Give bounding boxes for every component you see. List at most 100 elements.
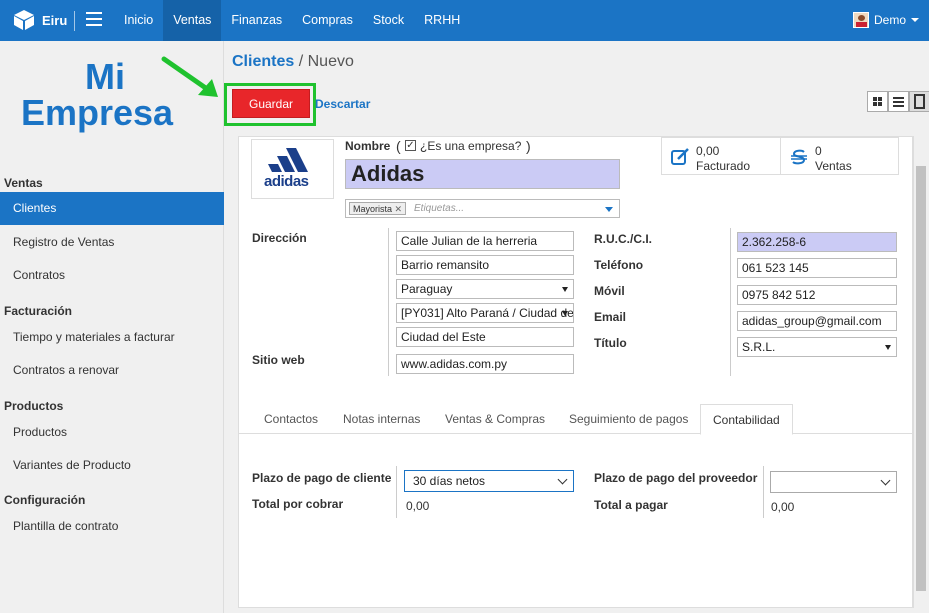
payable-label: Total a pagar [594, 498, 668, 512]
nav-finanzas[interactable]: Finanzas [221, 0, 292, 41]
website-label: Sitio web [252, 353, 305, 367]
sidebar-item-contratos-renovar[interactable]: Contratos a renovar [0, 354, 224, 387]
brand-name: Eiru [42, 12, 68, 28]
supplier-term-label: Plazo de pago del proveedor [594, 471, 758, 485]
nav-rrhh[interactable]: RRHH [414, 0, 470, 41]
partner-logo-text: adidas [264, 173, 309, 190]
main-nav: Inicio Ventas Finanzas Compras Stock RRH… [114, 0, 470, 41]
breadcrumb: Clientes / Nuevo [232, 53, 354, 71]
sidebar-item-contratos[interactable]: Contratos [0, 259, 224, 292]
website-input[interactable]: www.adidas.com.py [396, 354, 574, 374]
nav-inicio[interactable]: Inicio [114, 0, 163, 41]
list-view-icon[interactable] [888, 91, 909, 112]
partner-image[interactable]: adidas [251, 139, 334, 199]
menu-toggle-icon[interactable] [86, 12, 102, 28]
accounting-right-divider [763, 466, 764, 518]
ruc-input[interactable]: 2.362.258-6 [737, 232, 897, 252]
sidebar-item-variantes[interactable]: Variantes de Producto [0, 449, 224, 482]
notebook-tabs: Contactos Notas internas Ventas & Compra… [239, 404, 913, 435]
tags-input[interactable]: Mayorista ✕ Etiquetas... [345, 199, 620, 218]
tab-notas-internas[interactable]: Notas internas [331, 404, 432, 434]
state-select[interactable]: [PY031] Alto Paraná / Ciudad del Este [396, 303, 574, 323]
currency-icon [791, 149, 807, 165]
is-company-label: ¿Es una empresa? [420, 139, 522, 153]
tag-remove-icon[interactable]: ✕ [395, 204, 403, 214]
address-divider [388, 228, 389, 376]
invoiced-label: Facturado [696, 159, 751, 173]
sales-label: Ventas [815, 159, 852, 173]
tab-ventas-compras[interactable]: Ventas & Compras [433, 404, 557, 434]
breadcrumb-separator: / [298, 53, 304, 70]
nav-ventas[interactable]: Ventas [163, 0, 222, 41]
brand-divider [74, 11, 75, 31]
sales-stat-button[interactable]: 0 Ventas [780, 137, 899, 175]
view-switcher [867, 91, 929, 112]
title-select[interactable]: S.R.L. [737, 337, 897, 357]
sidebar-section-configuracion: Configuración [4, 493, 86, 507]
ruc-label: R.U.C./C.I. [594, 232, 653, 246]
accounting-left-divider [396, 466, 397, 518]
tab-seguimiento-pagos[interactable]: Seguimiento de pagos [557, 404, 700, 434]
tab-contabilidad[interactable]: Contabilidad [700, 404, 793, 435]
street-input[interactable]: Calle Julian de la herreria [396, 231, 574, 251]
street2-input[interactable]: Barrio remansito [396, 255, 574, 275]
sidebar-item-plantilla-contrato[interactable]: Plantilla de contrato [0, 510, 224, 543]
tags-placeholder: Etiquetas... [414, 203, 465, 214]
contact-divider [730, 228, 731, 376]
customer-term-label: Plazo de pago de cliente [252, 471, 392, 485]
kanban-view-icon[interactable] [867, 91, 888, 112]
discard-button[interactable]: Descartar [315, 97, 370, 111]
avatar [852, 12, 869, 28]
name-input[interactable]: Adidas [345, 159, 620, 189]
sidebar-item-tiempo-materiales[interactable]: Tiempo y materiales a facturar [0, 321, 224, 354]
chevron-down-icon [557, 474, 568, 485]
breadcrumb-current: Nuevo [307, 53, 354, 70]
tags-dropdown-icon[interactable] [605, 207, 613, 212]
sidebar: Mi Empresa Ventas Clientes Registro de V… [0, 41, 224, 613]
sales-value: 0 [815, 144, 822, 158]
receivable-value: 0,00 [406, 499, 430, 513]
sidebar-item-registro-ventas[interactable]: Registro de Ventas [0, 226, 224, 259]
name-label: Nombre [345, 139, 391, 153]
supplier-term-select[interactable] [770, 471, 897, 493]
scrollbar-thumb[interactable] [916, 166, 926, 591]
paren-close: ) [526, 138, 531, 154]
user-name: Demo [873, 13, 906, 27]
city-input[interactable]: Ciudad del Este [396, 327, 574, 347]
user-menu[interactable]: Demo [852, 12, 919, 28]
tag-chip[interactable]: Mayorista ✕ [349, 202, 407, 215]
sidebar-section-productos: Productos [4, 399, 64, 413]
brand[interactable]: Eiru [12, 8, 67, 32]
tab-contactos[interactable]: Contactos [252, 404, 330, 434]
payable-value: 0,00 [771, 500, 795, 514]
chevron-down-icon [880, 475, 891, 486]
sidebar-section-facturacion: Facturación [4, 304, 73, 318]
title-label: Título [594, 336, 627, 350]
sidebar-item-productos[interactable]: Productos [0, 416, 224, 449]
invoice-edit-icon [671, 148, 689, 165]
top-navbar: Eiru Inicio Ventas Finanzas Compras Stoc… [0, 0, 929, 41]
green-arrow-icon [161, 56, 218, 97]
form-view-icon[interactable] [909, 91, 929, 112]
phone-label: Teléfono [594, 258, 644, 272]
is-company-checkbox[interactable]: ✓ [405, 140, 416, 151]
cube-logo-icon [14, 10, 34, 30]
address-label: Dirección [252, 231, 307, 245]
customer-term-select[interactable]: 30 días netos [404, 470, 574, 492]
mobile-input[interactable]: 0975 842 512 [737, 285, 897, 305]
save-button[interactable]: Guardar [232, 89, 310, 118]
nav-compras[interactable]: Compras [292, 0, 363, 41]
scrollbar[interactable] [913, 136, 927, 608]
country-select[interactable]: Paraguay [396, 279, 574, 299]
caret-down-icon [911, 18, 919, 22]
phone-input[interactable]: 061 523 145 [737, 258, 897, 278]
email-label: Email [594, 310, 627, 324]
adidas-stripes-icon [268, 148, 308, 172]
breadcrumb-parent[interactable]: Clientes [232, 53, 294, 70]
email-input[interactable]: adidas_group@gmail.com [737, 311, 897, 331]
nav-stock[interactable]: Stock [363, 0, 414, 41]
paren-open: ( [396, 138, 401, 154]
sidebar-item-clientes[interactable]: Clientes [0, 192, 224, 225]
invoiced-stat-button[interactable]: 0,00 Facturado [661, 137, 781, 175]
sidebar-section-ventas: Ventas [4, 176, 43, 190]
